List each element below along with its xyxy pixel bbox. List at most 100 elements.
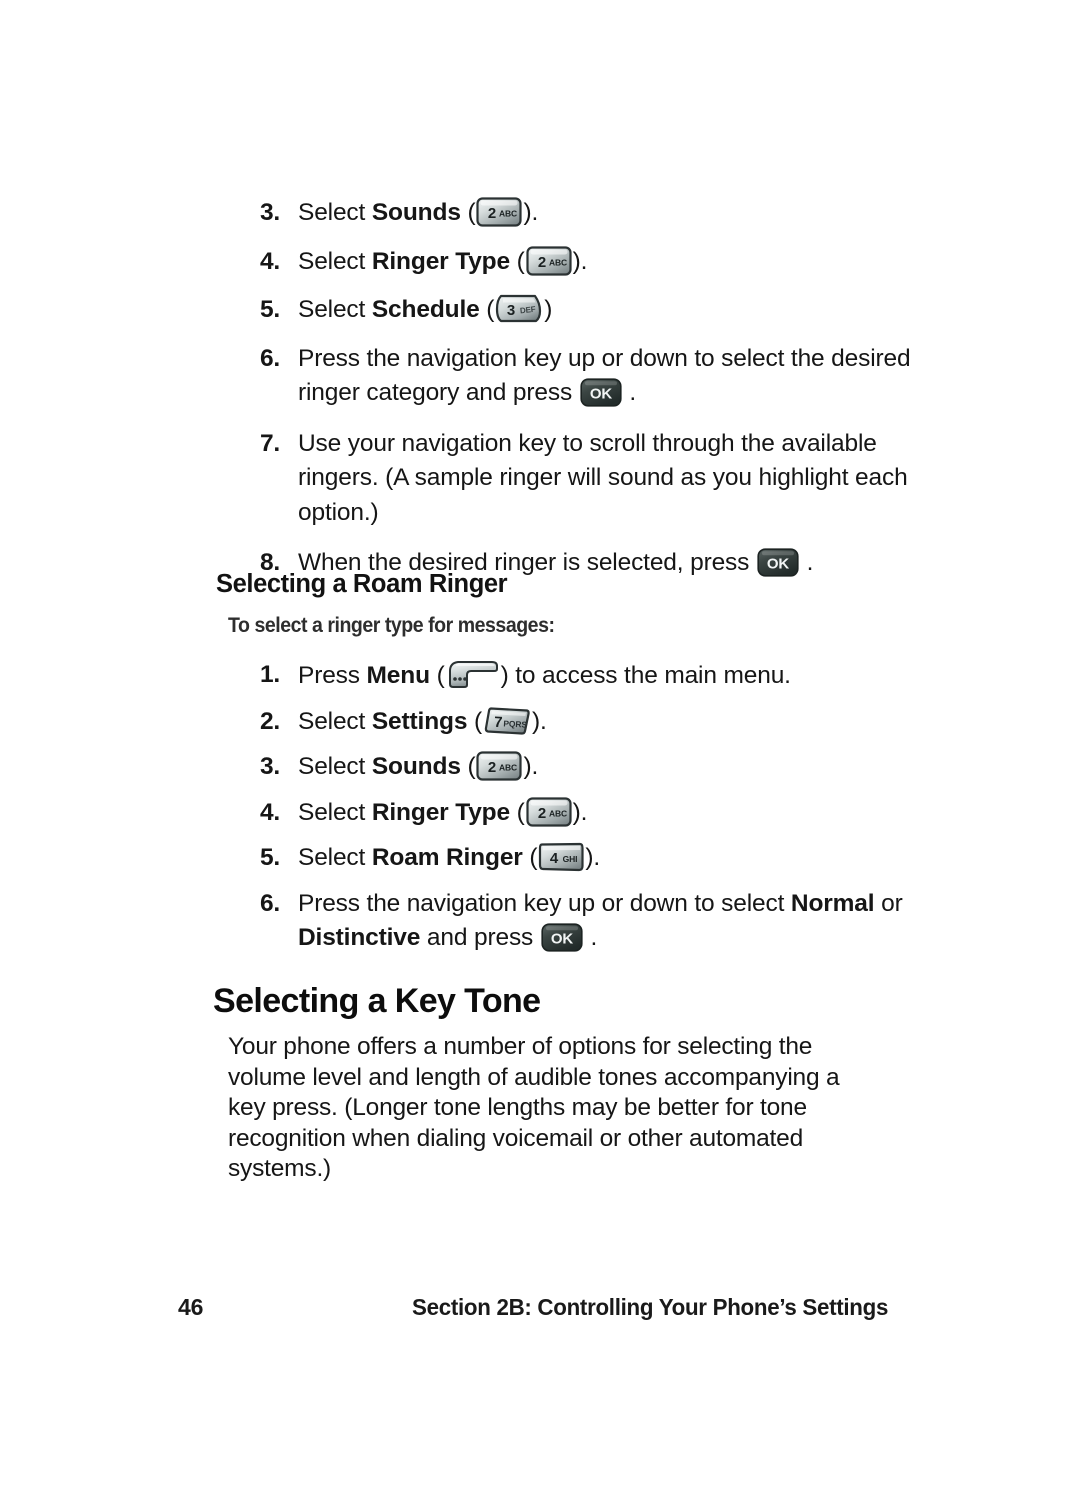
step-text-prefix: Select (298, 199, 372, 226)
step-text-tail: and press (420, 924, 540, 951)
step-text-body: Press the navigation key up or down to s… (298, 889, 791, 917)
step-bold-term: Ringer Type (371, 247, 510, 275)
paren-open: ( (509, 798, 525, 826)
page-title: Selecting a Key Tone (213, 982, 541, 1020)
paren-open: ( (460, 199, 476, 226)
page-footer: 46 Section 2B: Controlling Your Phone’s … (0, 1294, 1080, 1328)
step-text: Select Ringer Type (2 ABC). (280, 796, 918, 831)
step-text: Use your navigation key to scroll throug… (298, 429, 908, 526)
svg-text:2: 2 (538, 805, 546, 822)
paren-open: ( (522, 844, 538, 871)
svg-text:3: 3 (507, 302, 515, 319)
paren-close: ). (523, 753, 539, 780)
paren-close: ) to access the main menu. (500, 662, 791, 689)
list-item: 5. Select Roam Ringer (4 GHI). (222, 841, 922, 876)
paren-open: ( (509, 247, 525, 275)
ordered-steps: 1. Press Menu ( ) to access the main menu… (222, 658, 922, 956)
step-number: 2. (259, 707, 280, 735)
svg-text:4: 4 (550, 850, 559, 867)
step-bold-option-normal: Normal (790, 889, 875, 917)
step-bold-term: Menu (366, 662, 431, 689)
paren-close: ). (523, 199, 539, 226)
svg-text:ABC: ABC (549, 257, 567, 267)
step-text-prefix: Press (298, 662, 367, 689)
svg-text:ABC: ABC (499, 209, 517, 219)
step-number: 4. (259, 798, 280, 826)
step-number: 5. (259, 296, 280, 323)
list-item: 1. Press Menu ( ) to access the main menu… (222, 658, 922, 694)
manual-page: 3. Select Sounds (2 ABC). 4. Select Ringe… (0, 0, 1080, 1496)
key-4-ghi-icon: 4 GHI (538, 842, 584, 872)
step-text: Press the navigation key up or down to s… (280, 887, 918, 956)
footer-section-title: Section 2B: Controlling Your Phone’s Set… (412, 1294, 889, 1320)
step-bold-term: Schedule (371, 296, 480, 323)
paren-open: ( (467, 707, 482, 735)
step-text-conjunction: or (874, 889, 903, 917)
key-menu-soft-icon (446, 658, 500, 690)
list-item: 7. Use your navigation key to scroll thr… (222, 427, 922, 531)
key-ok-icon: OK (541, 923, 583, 952)
list-item: 2. Select Settings (7 PQRS). (222, 705, 922, 740)
procedure-lead-in: To select a ringer type for messages: (228, 614, 555, 637)
step-text-prefix: Select (298, 798, 372, 826)
step-text: Select Roam Ringer (4 GHI). (280, 841, 918, 876)
steps-list-roam-ringer: 1. Press Menu ( ) to access the main menu… (222, 658, 922, 970)
key-tone-heading-block: Selecting a Key Tone (213, 980, 913, 1022)
step-text-tail: . (622, 379, 637, 406)
svg-text:ABC: ABC (499, 763, 517, 773)
svg-text:DEF: DEF (520, 305, 537, 316)
step-bold-term: Sounds (371, 199, 461, 226)
svg-text:OK: OK (590, 386, 613, 403)
body-paragraph: Your phone offers a number of options fo… (228, 1033, 840, 1182)
list-item: 6. Press the navigation key up or down t… (222, 887, 922, 956)
svg-text:2: 2 (488, 759, 496, 776)
key-2-abc-icon: 2 ABC (526, 245, 572, 276)
step-bold-term: Ringer Type (371, 798, 510, 826)
step-text: Press Menu ( ) to access the main menu. (280, 658, 918, 694)
step-number: 6. (259, 889, 280, 917)
roam-ringer-leadin-block: To select a ringer type for messages: (228, 612, 928, 640)
paren-close: ). (572, 798, 588, 826)
key-2-abc-icon: 2 ABC (526, 796, 572, 827)
paren-close: ). (531, 707, 547, 735)
svg-text:2: 2 (538, 254, 546, 271)
list-item: 3. Select Sounds (2 ABC). (222, 750, 922, 785)
step-number: 1. (259, 661, 280, 688)
step-number: 7. (259, 429, 280, 457)
svg-text:7: 7 (494, 713, 503, 730)
key-3-def-icon: 3 DEF (495, 294, 543, 324)
paren-close: ). (572, 247, 588, 275)
list-item: 6. Press the navigation key up or down t… (222, 342, 922, 411)
step-bold-term: Settings (371, 707, 468, 735)
step-bold-term: Sounds (371, 753, 461, 780)
paren-open: ( (429, 662, 445, 689)
footer-page-number: 46 (178, 1294, 204, 1320)
step-number: 4. (259, 247, 280, 275)
svg-text:GHI: GHI (563, 854, 578, 864)
step-number: 5. (259, 844, 280, 871)
step-text: Select Sounds (2 ABC). (280, 196, 918, 231)
section-subheading: Selecting a Roam Ringer (216, 570, 508, 598)
svg-text:OK: OK (551, 931, 574, 948)
step-number: 3. (259, 753, 280, 780)
step-text: Select Schedule (3 DEF) (280, 293, 918, 328)
step-text-prefix: Select (298, 247, 372, 275)
key-2-abc-icon: 2 ABC (476, 197, 523, 227)
step-text-prefix: Select (298, 753, 372, 780)
svg-text:PQRS: PQRS (503, 718, 527, 729)
list-item: 4. Select Ringer Type (2 ABC). (222, 796, 922, 831)
paren-close: ). (585, 844, 601, 871)
key-tone-paragraph-block: Your phone offers a number of options fo… (228, 1032, 928, 1185)
step-bold-term: Roam Ringer (371, 844, 523, 871)
step-number: 3. (259, 199, 280, 226)
step-text: Select Settings (7 PQRS). (280, 705, 918, 740)
step-text-prefix: Select (298, 296, 372, 323)
step-text-prefix: Select (298, 844, 372, 871)
step-text-prefix: Select (298, 707, 372, 735)
step-text: Select Sounds (2 ABC). (280, 750, 918, 785)
paren-close: ) (544, 296, 553, 323)
paren-open: ( (479, 296, 495, 323)
list-item: 5. Select Schedule (3 DEF) (222, 293, 922, 328)
roam-ringer-heading-block: Selecting a Roam Ringer (216, 568, 916, 600)
list-item: 3. Select Sounds (2 ABC). (222, 196, 922, 231)
